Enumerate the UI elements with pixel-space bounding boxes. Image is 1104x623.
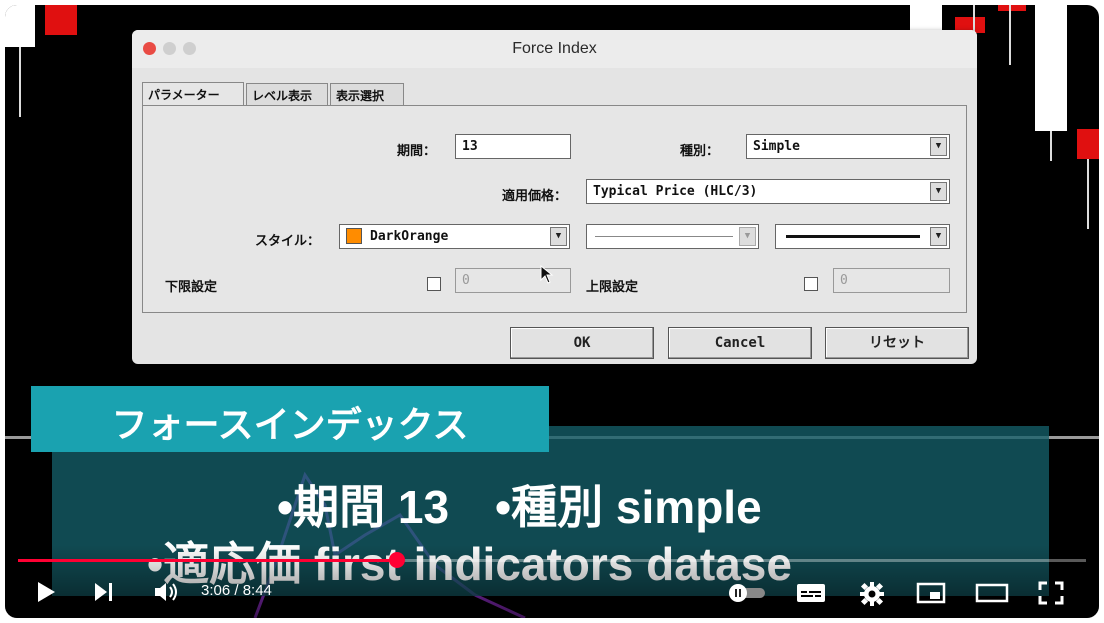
line-style-select[interactable]: ▼ [586,224,759,249]
candle-wick [19,47,21,117]
ok-button[interactable]: OK [510,327,654,359]
period-input[interactable]: 13 [455,134,571,159]
chevron-down-icon[interactable]: ▼ [930,182,947,201]
kind-label: 種別： [680,144,720,159]
chevron-down-icon[interactable]: ▼ [550,227,567,246]
subtitles-icon[interactable] [796,582,826,604]
play-icon[interactable] [35,580,57,604]
color-select-value: DarkOrange [370,229,449,244]
line-width-select[interactable]: ▼ [775,224,950,249]
lower-level-checkbox[interactable] [427,277,441,291]
title-banner: フォースインデックス [31,386,549,452]
candle [1035,5,1067,131]
time-display: 3:06 / 8:44 [201,582,272,599]
candle-wick [1009,5,1011,65]
force-index-dialog: Force Index パラメーター レベル表示 表示選択 期間： 13 種別：… [132,30,977,364]
applied-price-value: Typical Price (HLC/3) [593,184,758,199]
color-swatch [346,228,362,244]
dialog-titlebar: Force Index [132,30,977,68]
miniplayer-icon[interactable] [916,582,946,604]
color-select[interactable]: DarkOrange ▼ [339,224,570,249]
style-label: スタイル： [255,234,321,249]
candle-wick [1050,131,1052,161]
tab-display-select[interactable]: 表示選択 [330,83,404,107]
candle [998,5,1026,11]
upper-level-input[interactable]: 0 [833,268,950,293]
kind-select[interactable]: Simple ▼ [746,134,950,159]
settings-icon[interactable] [859,581,885,607]
banner-text: フォースインデックス [111,404,469,445]
cancel-button[interactable]: Cancel [668,327,812,359]
candle [1077,129,1099,159]
chevron-down-icon[interactable]: ▼ [930,137,947,156]
applied-price-label: 適用価格： [502,189,568,204]
kind-select-value: Simple [753,139,800,154]
dialog-title: Force Index [512,40,597,57]
lower-level-label: 下限設定 [165,280,218,295]
thin-line-preview [595,236,733,237]
volume-icon[interactable] [153,580,181,604]
next-icon[interactable] [93,581,115,603]
tab-level-display[interactable]: レベル表示 [246,83,328,107]
thick-line-preview [786,235,920,238]
theater-icon[interactable] [975,583,1009,603]
candle [910,5,942,30]
candle [45,5,77,35]
chevron-down-icon[interactable]: ▼ [739,227,756,246]
progress-played [18,559,397,562]
fullscreen-icon[interactable] [1038,581,1064,605]
applied-price-select[interactable]: Typical Price (HLC/3) ▼ [586,179,950,204]
video-player[interactable]: Force Index パラメーター レベル表示 表示選択 期間： 13 種別：… [5,5,1099,618]
autoplay-toggle-icon[interactable] [725,583,767,603]
period-label: 期間： [397,144,437,159]
reset-button[interactable]: リセット [825,327,969,359]
scrubber-handle[interactable] [389,552,405,568]
mouse-cursor-icon [540,265,554,284]
candle-wick [1087,159,1089,229]
chevron-down-icon[interactable]: ▼ [930,227,947,246]
upper-level-checkbox[interactable] [804,277,818,291]
candle [5,5,35,47]
upper-level-label: 上限設定 [586,280,639,295]
